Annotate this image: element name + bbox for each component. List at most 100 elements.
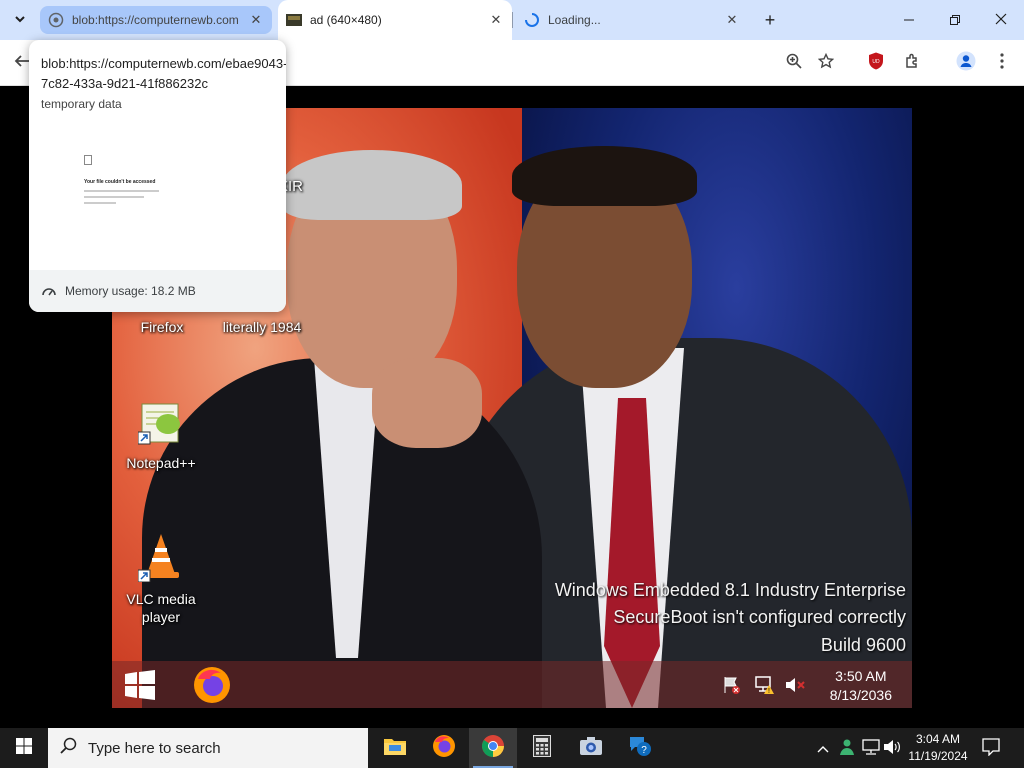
close-window-button[interactable]	[978, 0, 1024, 40]
search-placeholder: Type here to search	[88, 739, 221, 757]
tab-strip: blob:https://computernewb.com ✕ ad (640×…	[0, 0, 1024, 40]
hover-card-url: blob:https://computernewb.com/ebae9043-7…	[41, 56, 286, 91]
tab-loading[interactable]: Loading... ✕	[516, 6, 748, 34]
tab-blob[interactable]: blob:https://computernewb.com ✕	[40, 6, 272, 34]
start-button[interactable]	[0, 728, 48, 768]
svg-text:UD: UD	[872, 59, 880, 65]
file-icon	[84, 155, 92, 165]
notification-icon	[982, 737, 1000, 759]
camera-icon	[579, 736, 603, 761]
profile-button[interactable]	[954, 51, 978, 75]
shield-icon: UD	[868, 52, 884, 75]
tab-title: ad (640×480)	[310, 13, 382, 27]
tab-separator	[512, 12, 513, 28]
hover-card-subtitle: temporary data	[41, 97, 122, 111]
desktop-icon-label: Notepad++	[126, 455, 196, 471]
taskbar-file-explorer[interactable]	[371, 728, 419, 768]
windows-taskbar: Type here to search ? 3:04 AM 11/19/2024	[0, 728, 1024, 768]
help-chat-icon: ?	[628, 734, 652, 763]
wallpaper-figure-left-hand	[372, 358, 482, 448]
vm-taskbar-firefox[interactable]	[192, 665, 232, 708]
taskbar-clock[interactable]: 3:04 AM 11/19/2024	[900, 731, 976, 765]
desktop-icon-vlc[interactable]: VLC media player	[116, 532, 206, 626]
vm-watermark-edition: Windows Embedded 8.1 Industry Enterprise	[554, 580, 906, 600]
taskbar-search-box[interactable]: Type here to search	[48, 728, 368, 768]
minimize-button[interactable]	[886, 0, 932, 40]
chrome-icon	[481, 734, 505, 763]
desktop-icon-firefox[interactable]: Firefox	[120, 318, 204, 336]
wallpaper-figure-left-hair	[282, 150, 462, 220]
hover-card-thumbnail: Your file couldn't be accessed	[29, 120, 286, 270]
folder-icon	[383, 736, 407, 761]
network-icon	[862, 738, 880, 758]
chevron-down-icon	[14, 13, 26, 28]
zoom-button[interactable]	[782, 51, 806, 75]
notepadpp-icon	[116, 398, 206, 450]
tab-close-button[interactable]: ✕	[248, 12, 264, 28]
vm-tray-volume-muted-icon[interactable]	[784, 675, 806, 700]
zoom-in-icon	[786, 53, 802, 74]
minimize-icon	[904, 12, 914, 28]
desktop-icon-label: VLC media player	[126, 591, 196, 625]
memory-usage-text: Memory usage: 18.2 MB	[65, 284, 196, 298]
clock-time: 3:04 AM	[915, 732, 961, 746]
vm-clock[interactable]: 3:50 AM 8/13/2036	[830, 667, 892, 705]
windows-logo-icon	[16, 737, 32, 759]
menu-button[interactable]	[990, 51, 1014, 75]
people-icon	[838, 738, 856, 759]
tab-search-button[interactable]	[8, 8, 32, 32]
calculator-icon	[533, 734, 551, 762]
firefox-icon	[432, 734, 456, 763]
vm-tray-network-icon[interactable]: !	[754, 675, 776, 700]
chevron-up-icon	[817, 741, 829, 756]
vm-taskbar: ! 3:50 AM 8/13/2036	[112, 661, 912, 708]
vm-clock-time: 3:50 AM	[835, 668, 887, 684]
svg-text:?: ?	[641, 745, 647, 756]
vm-watermark-secureboot: SecureBoot isn't configured correctly	[613, 607, 906, 627]
vm-tray-flag-icon[interactable]	[722, 675, 742, 700]
taskbar-firefox[interactable]	[420, 728, 468, 768]
star-icon	[817, 52, 835, 74]
wallpaper-figure-right-hair	[512, 146, 697, 206]
tray-user-icon[interactable]	[836, 728, 858, 768]
memory-gauge-icon	[41, 283, 57, 299]
hover-card-thumbnail-title: Your file couldn't be accessed	[84, 179, 156, 185]
thumbnail-text-line	[84, 202, 116, 204]
restore-icon	[950, 12, 960, 28]
taskbar-chrome[interactable]	[469, 728, 517, 768]
vm-clock-date: 8/13/2036	[829, 687, 892, 703]
clock-date: 11/19/2024	[908, 749, 968, 763]
taskbar-calculator[interactable]	[518, 728, 566, 768]
firefox-icon	[192, 667, 232, 708]
loading-spinner-icon	[524, 12, 540, 28]
tab-close-button[interactable]: ✕	[488, 12, 504, 28]
hover-card-footer: Memory usage: 18.2 MB	[29, 270, 286, 312]
tray-volume[interactable]	[882, 728, 902, 768]
taskbar-camera[interactable]	[567, 728, 615, 768]
desktop-icon-notepadpp[interactable]: Notepad++	[116, 398, 206, 472]
vlc-cone-icon	[116, 532, 206, 586]
extensions-button[interactable]	[900, 51, 924, 75]
avatar-icon	[956, 51, 976, 76]
close-icon	[995, 12, 1007, 28]
tab-title: Loading...	[548, 13, 601, 27]
desktop-icon-label: literally 1984	[222, 319, 302, 335]
puzzle-icon	[904, 53, 920, 74]
vm-watermark-build: Build 9600	[820, 635, 906, 655]
tab-hover-card: blob:https://computernewb.com/ebae9043-7…	[29, 40, 286, 312]
taskbar-get-help[interactable]: ?	[616, 728, 664, 768]
restore-button[interactable]	[932, 0, 978, 40]
windows-logo-icon	[124, 670, 156, 705]
ublock-extension-button[interactable]: UD	[864, 51, 888, 75]
tab-close-button[interactable]: ✕	[724, 12, 740, 28]
tray-show-hidden-icons[interactable]	[812, 728, 834, 768]
bookmark-button[interactable]	[814, 51, 838, 75]
vm-start-button[interactable]	[124, 669, 156, 706]
new-tab-button[interactable]: +	[758, 8, 782, 32]
desktop-icon-literally-1984[interactable]: literally 1984	[212, 318, 312, 336]
thumbnail-text-line	[84, 190, 159, 192]
speaker-icon	[883, 739, 901, 758]
notification-center-button[interactable]	[980, 728, 1002, 768]
tab-ad[interactable]: ad (640×480) ✕	[278, 0, 512, 40]
tray-network[interactable]	[860, 728, 882, 768]
